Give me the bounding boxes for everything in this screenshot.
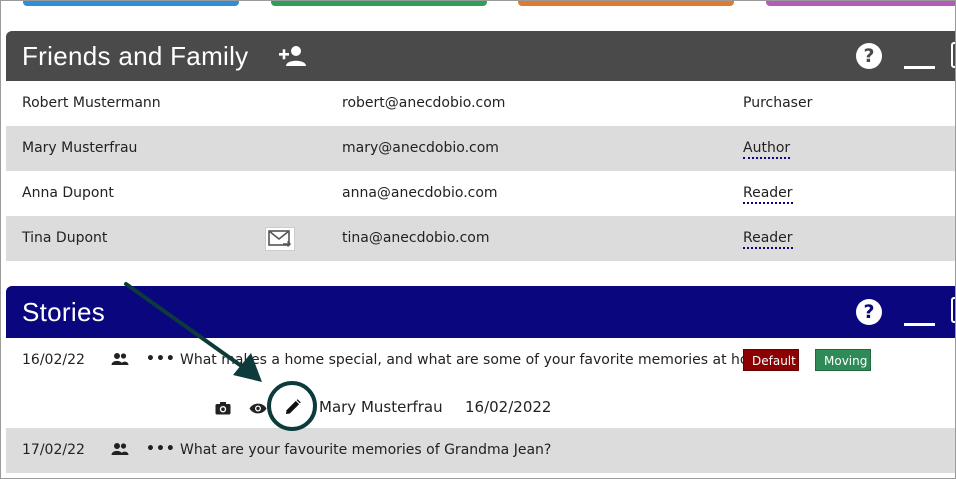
story-author-date: 16/02/2022 <box>465 398 552 416</box>
story-date: 17/02/22 <box>22 442 85 458</box>
story-row: 17/02/22 ••• What are your favourite mem… <box>6 428 955 473</box>
friend-role-link[interactable]: Reader <box>743 230 793 249</box>
friend-email: robert@anecdobio.com <box>342 95 506 111</box>
friend-name: Robert Mustermann <box>22 95 161 111</box>
app-frame: Friends and Family ? Robert Mustermann r… <box>0 0 956 479</box>
help-icon[interactable]: ? <box>856 43 882 69</box>
strip-blue[interactable] <box>23 1 239 6</box>
more-options-icon[interactable]: ••• <box>146 351 176 367</box>
strip-orange[interactable] <box>518 1 734 6</box>
friends-title: Friends and Family <box>22 40 249 71</box>
send-invite-button[interactable] <box>265 227 295 251</box>
friend-row: Robert Mustermann robert@anecdobio.com P… <box>6 81 955 126</box>
stories-header: Stories ? <box>6 286 955 338</box>
mail-forward-icon <box>268 230 292 248</box>
friend-name: Anna Dupont <box>22 185 114 201</box>
story-question[interactable]: What makes a home special, and what are … <box>180 352 778 368</box>
camera-icon[interactable] <box>215 400 231 419</box>
friend-email: anna@anecdobio.com <box>342 185 498 201</box>
strip-green[interactable] <box>271 1 487 6</box>
highlight-circle <box>267 381 317 431</box>
friend-email: mary@anecdobio.com <box>342 140 499 156</box>
more-options-icon[interactable]: ••• <box>146 441 176 457</box>
story-row: 16/02/22 ••• What makes a home special, … <box>6 338 955 391</box>
window-icon[interactable] <box>951 42 955 68</box>
window-icon[interactable] <box>951 297 955 323</box>
people-icon[interactable] <box>111 352 129 370</box>
friend-role-link[interactable]: Reader <box>743 185 793 204</box>
friend-row: Tina Dupont tina@anecdobio.com Reader <box>6 216 955 261</box>
person-add-icon[interactable] <box>278 45 308 67</box>
friends-header: Friends and Family ? <box>6 31 955 81</box>
story-detail-row: Mary Musterfrau 16/02/2022 <box>6 391 955 428</box>
story-question[interactable]: What are your favourite memories of Gran… <box>180 442 551 458</box>
people-icon[interactable] <box>111 442 129 460</box>
friend-email: tina@anecdobio.com <box>342 230 490 246</box>
help-icon[interactable]: ? <box>856 299 882 325</box>
story-date: 16/02/22 <box>22 352 85 368</box>
strip-purple[interactable] <box>766 1 955 6</box>
friend-role-link[interactable]: Author <box>743 140 791 159</box>
friend-row: Mary Musterfrau mary@anecdobio.com Autho… <box>6 126 955 171</box>
friend-role: Purchaser <box>743 95 813 111</box>
tag-default[interactable]: Default <box>743 349 799 371</box>
eye-icon[interactable] <box>249 400 267 419</box>
friend-row: Anna Dupont anna@anecdobio.com Reader <box>6 171 955 216</box>
friend-name: Mary Musterfrau <box>22 140 138 156</box>
friend-name: Tina Dupont <box>22 230 108 246</box>
minimize-icon[interactable] <box>904 323 935 326</box>
minimize-icon[interactable] <box>904 66 935 69</box>
stories-title: Stories <box>22 296 106 327</box>
tag-moving[interactable]: Moving <box>815 349 871 371</box>
story-author: Mary Musterfrau <box>319 398 443 416</box>
